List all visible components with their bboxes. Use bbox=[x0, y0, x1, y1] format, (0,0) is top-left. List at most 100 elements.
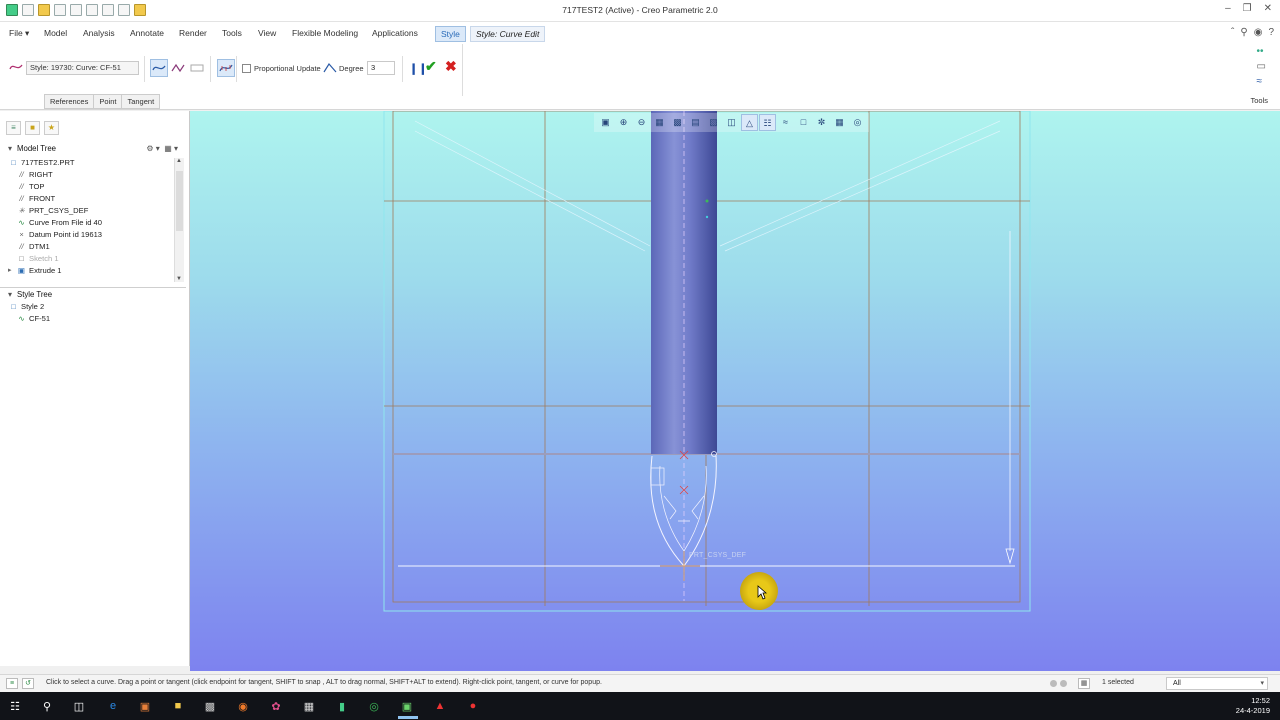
shade-icon[interactable]: ◎ bbox=[849, 114, 866, 131]
sketch-view-icon[interactable]: ▭ bbox=[1257, 61, 1266, 72]
tree-item[interactable]: □ Style 2 bbox=[8, 301, 178, 313]
scroll-down-icon[interactable]: ▼ bbox=[176, 276, 182, 282]
file-explorer-icon[interactable]: ■ bbox=[169, 697, 187, 715]
saved-views-icon[interactable]: ▩ bbox=[669, 114, 686, 131]
style-curve-inner[interactable] bbox=[659, 465, 707, 552]
style-tree-header[interactable]: Style Tree bbox=[4, 288, 186, 301]
search-icon[interactable]: ⚲ bbox=[1240, 27, 1247, 38]
zoom-in-icon[interactable]: ⊕ bbox=[615, 114, 632, 131]
tab-analysis[interactable]: Analysis bbox=[78, 26, 120, 42]
record-icon[interactable]: ● bbox=[464, 697, 482, 715]
curve-control-point[interactable] bbox=[705, 215, 709, 219]
tab-style[interactable]: Style bbox=[435, 26, 466, 42]
separator bbox=[236, 56, 237, 82]
favorites-icon[interactable]: ★ bbox=[44, 121, 59, 135]
perspective-icon[interactable]: ◫ bbox=[723, 114, 740, 131]
style-curve-field[interactable]: Style: 19730: Curve: CF-51 bbox=[26, 61, 139, 75]
tab-render[interactable]: Render bbox=[174, 26, 212, 42]
repaint-icon[interactable]: ▦ bbox=[651, 114, 668, 131]
creo-parametric-icon[interactable]: ▣ bbox=[398, 697, 416, 715]
dynamic-analysis-icon[interactable]: •• bbox=[1257, 46, 1266, 57]
tree-item[interactable]: // TOP bbox=[8, 181, 178, 193]
firefox-icon[interactable]: ◉ bbox=[234, 697, 252, 715]
search-icon[interactable]: ⚲ bbox=[38, 697, 56, 715]
scroll-thumb[interactable] bbox=[176, 171, 183, 231]
proportional-update-checkbox[interactable] bbox=[242, 64, 251, 73]
style-point-display-icon[interactable]: ☷ bbox=[759, 114, 776, 131]
navigator-panel: ≡ ■ ★ Model Tree ⚙ ▾ ▦ ▾ □ 717TEST2.PRT /… bbox=[0, 111, 190, 666]
tree-item[interactable]: ∿ CF-51 bbox=[8, 313, 178, 325]
show-navigator-icon[interactable]: ≡ bbox=[6, 678, 18, 689]
minimize-icon[interactable]: – bbox=[1225, 3, 1231, 14]
subtab-point[interactable]: Point bbox=[93, 94, 123, 109]
help-icon[interactable]: ? bbox=[1268, 27, 1274, 38]
chrome-icon[interactable]: ◎ bbox=[365, 697, 383, 715]
tab-flexible-modeling[interactable]: Flexible Modeling bbox=[287, 26, 363, 42]
tab-applications[interactable]: Applications bbox=[367, 26, 423, 42]
community-icon[interactable]: ◉ bbox=[1254, 27, 1263, 38]
curve-control-point[interactable] bbox=[705, 199, 709, 203]
window-controls: – ❐ ✕ bbox=[1225, 3, 1272, 14]
spin-center-icon[interactable]: ✼ bbox=[813, 114, 830, 131]
degree-icon bbox=[323, 62, 337, 73]
display-style-icon[interactable]: ▤ bbox=[687, 114, 704, 131]
tree-item[interactable]: □ 717TEST2.PRT bbox=[8, 157, 178, 169]
zoom-out-icon[interactable]: ⊖ bbox=[633, 114, 650, 131]
model-tree-settings[interactable]: ⚙ ▾ ▦ ▾ bbox=[146, 142, 178, 155]
datum-display-icon[interactable]: △ bbox=[741, 114, 758, 131]
section-icon[interactable]: □ bbox=[795, 114, 812, 131]
show-browser-icon[interactable]: ↺ bbox=[22, 678, 34, 689]
graphics-viewport[interactable]: ▣ ⊕ ⊖ ▦ ▩ ▤ ▧ ◫ △ ☷ ≈ □ ✼ ▦ ◎ PRT_CSYS_D… bbox=[190, 111, 1280, 671]
model-tree-header[interactable]: Model Tree ⚙ ▾ ▦ ▾ bbox=[4, 142, 186, 155]
tree-item[interactable]: □ Sketch 1 bbox=[8, 253, 178, 265]
free-curve-button[interactable] bbox=[150, 59, 168, 77]
model-scene[interactable] bbox=[190, 111, 1280, 671]
model-tree-tab-icon[interactable]: ≡ bbox=[6, 121, 21, 135]
app-icon[interactable]: ▮ bbox=[333, 697, 351, 715]
model-tree-scrollbar[interactable]: ▲ ▼ bbox=[174, 158, 184, 282]
tree-item[interactable]: ∿ Curve From File id 40 bbox=[8, 217, 178, 229]
app-icon[interactable]: ▩ bbox=[201, 697, 219, 715]
tab-annotate[interactable]: Annotate bbox=[125, 26, 169, 42]
degree-spinner[interactable]: 3 bbox=[367, 61, 395, 75]
tab-view[interactable]: View bbox=[253, 26, 281, 42]
curve-analysis-icon[interactable]: ≈ bbox=[1257, 76, 1266, 87]
annotation-display-icon[interactable]: ▦ bbox=[831, 114, 848, 131]
close-icon[interactable]: ✕ bbox=[1264, 3, 1272, 14]
tab-model[interactable]: Model bbox=[39, 26, 72, 42]
tree-item[interactable]: ✳ PRT_CSYS_DEF bbox=[8, 205, 178, 217]
edge-browser-icon[interactable]: e bbox=[104, 697, 122, 715]
maximize-icon[interactable]: ❐ bbox=[1243, 3, 1252, 14]
refit-icon[interactable]: ▣ bbox=[597, 114, 614, 131]
tree-item[interactable]: × Datum Point id 19613 bbox=[8, 229, 178, 241]
calculator-icon[interactable]: ▦ bbox=[300, 697, 318, 715]
acrobat-icon[interactable]: ▲ bbox=[431, 697, 449, 715]
folder-browser-icon[interactable]: ■ bbox=[25, 121, 40, 135]
curvature-display-icon[interactable]: ≈ bbox=[777, 114, 794, 131]
tab-tools[interactable]: Tools bbox=[217, 26, 247, 42]
tree-item[interactable]: // FRONT bbox=[8, 193, 178, 205]
smart-filter-icon[interactable]: ▦ bbox=[1078, 678, 1090, 689]
view-manager-icon[interactable]: ▧ bbox=[705, 114, 722, 131]
selection-filter-dropdown[interactable]: All bbox=[1166, 677, 1268, 690]
curvature-button[interactable] bbox=[217, 59, 235, 77]
minimize-ribbon-icon[interactable]: ˆ bbox=[1231, 27, 1234, 38]
tab-style-curve-edit[interactable]: Style: Curve Edit bbox=[470, 26, 546, 42]
scroll-up-icon[interactable]: ▲ bbox=[176, 158, 182, 164]
system-clock[interactable]: 12:52 24-4-2019 bbox=[1236, 696, 1270, 716]
subtab-references[interactable]: References bbox=[44, 94, 95, 109]
tree-item[interactable]: // RIGHT bbox=[8, 169, 178, 181]
expand-icon[interactable]: ▸ bbox=[8, 265, 12, 277]
task-view-icon[interactable]: ◫ bbox=[70, 697, 88, 715]
tree-item[interactable]: // DTM1 bbox=[8, 241, 178, 253]
subtab-tangent[interactable]: Tangent bbox=[121, 94, 161, 109]
windows-start-icon[interactable]: ☷ bbox=[6, 697, 24, 715]
cancel-x-icon[interactable]: ✖ bbox=[445, 58, 457, 75]
app-icon[interactable]: ✿ bbox=[267, 697, 285, 715]
tree-item[interactable]: ▸ ▣ Extrude 1 bbox=[8, 265, 178, 277]
planar-curve-button[interactable] bbox=[169, 59, 187, 77]
tab-file[interactable]: File ▾ bbox=[4, 26, 34, 42]
ok-check-icon[interactable]: ✔ bbox=[425, 58, 437, 75]
app-icon[interactable]: ▣ bbox=[136, 697, 154, 715]
cos-curve-button[interactable] bbox=[188, 59, 206, 77]
